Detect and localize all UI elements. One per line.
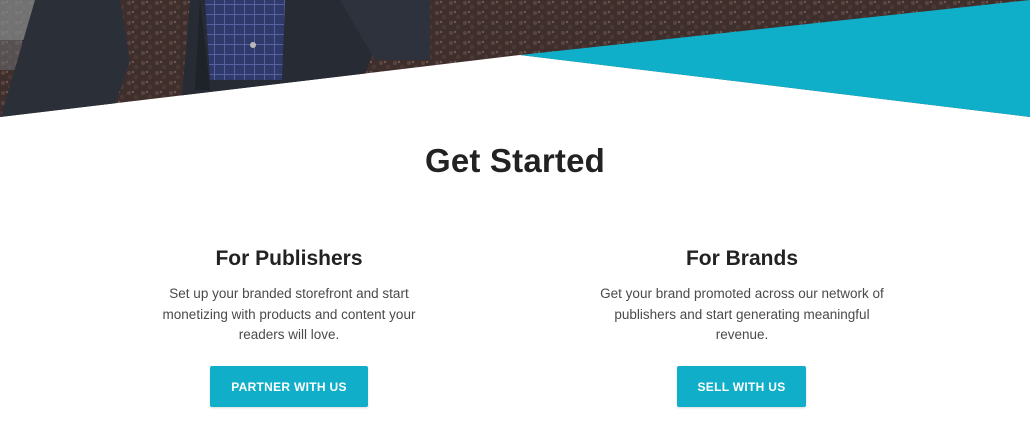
hero-image	[0, 0, 1030, 117]
brands-description: Get your brand promoted across our netwo…	[600, 286, 884, 342]
publishers-card: For Publishers Set up your branded store…	[139, 244, 439, 346]
sell-with-us-button[interactable]: SELL WITH US	[677, 366, 806, 407]
section-title: Get Started	[424, 142, 606, 179]
partner-with-us-button[interactable]: PARTNER WITH US	[210, 366, 368, 407]
brands-heading: For Brands	[685, 247, 798, 270]
brands-card: For Brands Get your brand promoted acros…	[592, 244, 892, 346]
hero-banner	[0, 0, 1030, 120]
publishers-description: Set up your branded storefront and start…	[162, 286, 416, 342]
publishers-heading: For Publishers	[215, 247, 363, 270]
